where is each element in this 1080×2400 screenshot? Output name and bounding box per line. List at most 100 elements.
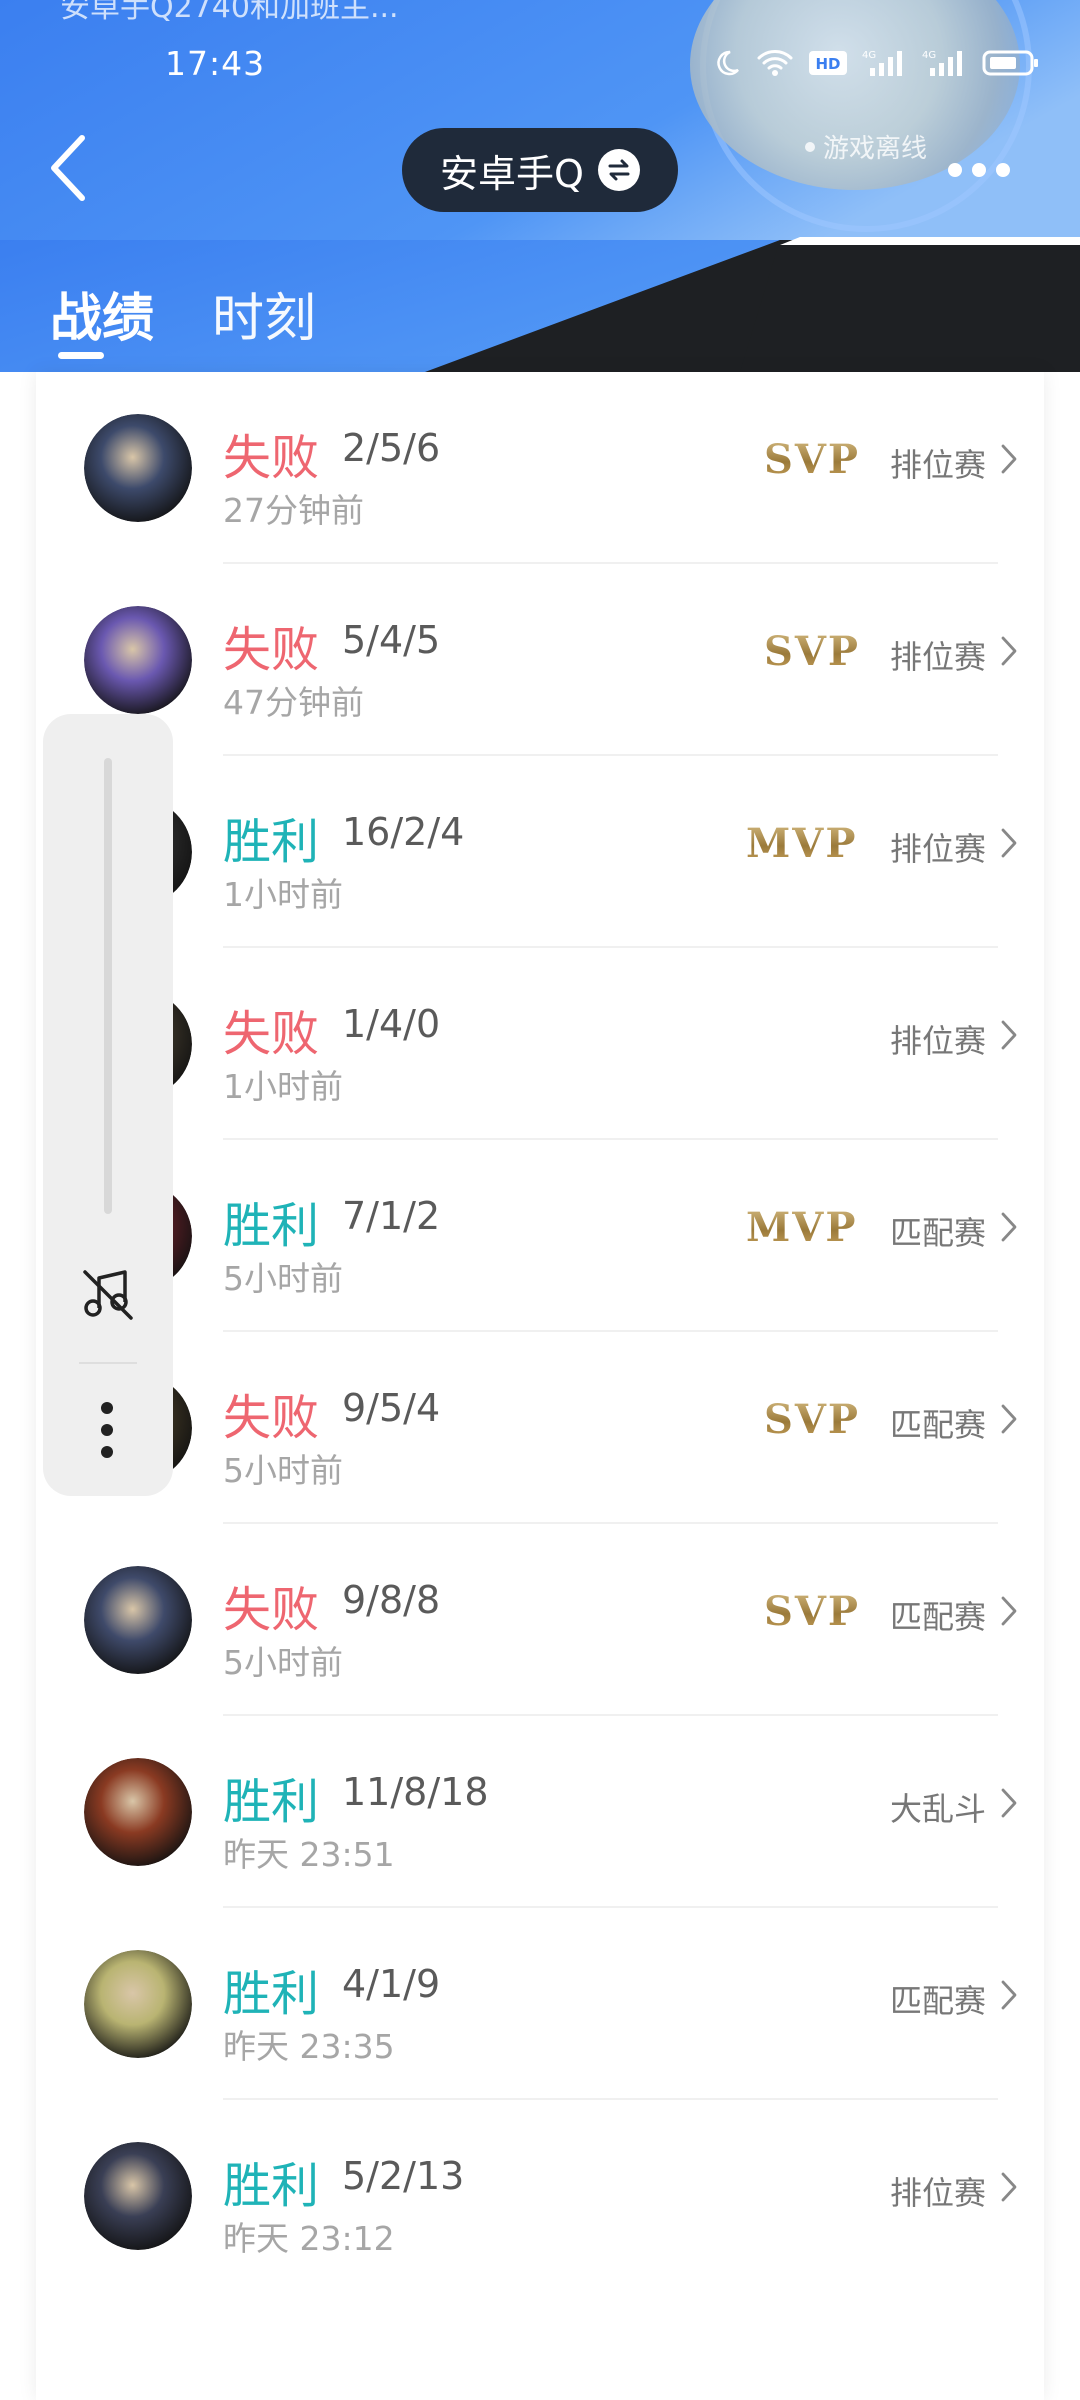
match-result: 失败 [223,1006,320,1062]
match-row[interactable]: 失败 1/4/0 1小时前 排位赛 [36,948,1044,1140]
more-options-button[interactable] [948,150,1018,190]
match-kda: 7/1/2 [342,1194,441,1238]
game-status-label: 游戏离线 [823,134,928,164]
match-list: 失败 2/5/6 27分钟前 SVP 排位赛 失败 5/4/5 47分钟前 SV… [36,372,1044,2292]
chevron-right-icon [1000,826,1018,864]
performance-badge: SVP [764,436,860,483]
match-result: 失败 [223,430,320,486]
dot-icon [996,163,1010,177]
game-status: 游戏离线 [805,128,927,165]
match-mode: 匹配赛 [889,1982,986,2020]
chevron-right-icon [1000,1978,1018,2016]
match-result: 胜利 [223,1198,320,1254]
match-result: 胜利 [223,1966,320,2022]
match-history-card: 失败 2/5/6 27分钟前 SVP 排位赛 失败 5/4/5 47分钟前 SV… [36,372,1044,2400]
match-time: 47分钟前 [223,683,364,722]
status-dot-icon [805,141,815,152]
hero-avatar [84,1758,192,1866]
match-result: 胜利 [223,1774,320,1830]
chevron-right-icon [1000,1210,1018,1248]
match-row[interactable]: 失败 2/5/6 27分钟前 SVP 排位赛 [36,372,1044,564]
match-time: 1小时前 [223,875,343,914]
account-switch-button[interactable]: 安卓手Q [402,128,678,212]
tab-records[interactable]: 战绩 [50,276,154,351]
volume-slider-track[interactable] [104,758,112,1214]
match-mode: 排位赛 [889,830,986,868]
match-time: 昨天 23:51 [223,1835,395,1874]
hero-avatar [84,1566,192,1674]
match-mode: 匹配赛 [889,1598,986,1636]
match-kda: 9/8/8 [342,1578,441,1622]
performance-badge: SVP [764,1396,860,1443]
svg-text:HD: HD [815,55,840,73]
match-kda: 4/1/9 [342,1962,441,2006]
hero-avatar [84,2142,192,2250]
chevron-right-icon [1000,442,1018,480]
wifi-icon [756,48,794,78]
back-arrow-icon [51,135,85,201]
match-mode: 排位赛 [889,1022,986,1060]
match-kda: 1/4/0 [342,1002,441,1046]
match-kda: 2/5/6 [342,426,441,470]
back-button[interactable] [40,128,100,208]
match-row[interactable]: 胜利 5/2/13 昨天 23:12 排位赛 [36,2100,1044,2292]
chevron-right-icon [1000,634,1018,672]
dot-icon [972,163,986,177]
match-result: 失败 [223,1582,320,1638]
match-row[interactable]: 失败 9/5/4 5小时前 SVP 匹配赛 [36,1332,1044,1524]
match-mode: 匹配赛 [889,1406,986,1444]
match-kda: 16/2/4 [342,810,465,854]
battery-icon [982,48,1040,78]
dot-icon [101,1446,113,1458]
floating-control-panel [43,714,173,1496]
status-icons: HD 4G 4G [712,48,1040,78]
match-kda: 11/8/18 [342,1770,489,1814]
performance-badge: SVP [764,1588,860,1635]
match-result: 失败 [223,1390,320,1446]
hero-avatar [84,606,192,714]
match-row[interactable]: 胜利 16/2/4 1小时前 MVP 排位赛 [36,756,1044,948]
match-mode: 大乱斗 [889,1790,986,1828]
performance-badge: MVP [746,820,858,867]
performance-badge: MVP [746,1204,858,1251]
chevron-right-icon [1000,1402,1018,1440]
chevron-right-icon [1000,2170,1018,2208]
match-mode: 匹配赛 [889,1214,986,1252]
chevron-right-icon [1000,1594,1018,1632]
chevron-right-icon [1000,1018,1018,1056]
match-mode: 排位赛 [889,2174,986,2212]
hd-icon: HD [808,48,848,78]
chevron-right-icon [1000,1786,1018,1824]
hero-avatar [84,414,192,522]
match-result: 失败 [223,622,320,678]
match-row[interactable]: 胜利 4/1/9 昨天 23:35 匹配赛 [36,1908,1044,2100]
match-time: 昨天 23:12 [223,2219,395,2258]
signal-4g-icon: 4G [862,48,908,78]
match-row[interactable]: 胜利 7/1/2 5小时前 MVP 匹配赛 [36,1140,1044,1332]
more-vertical-icon[interactable] [101,1402,113,1458]
performance-badge: SVP [764,628,860,675]
dot-icon [101,1402,113,1414]
match-result: 胜利 [223,814,320,870]
match-row[interactable]: 胜利 11/8/18 昨天 23:51 大乱斗 [36,1716,1044,1908]
moon-icon [712,48,742,78]
match-time: 1小时前 [223,1067,343,1106]
active-tab-indicator [58,352,104,359]
match-kda: 5/2/13 [342,2154,465,2198]
dot-icon [101,1424,113,1436]
hero-avatar [84,1950,192,2058]
match-mode: 排位赛 [889,446,986,484]
match-kda: 5/4/5 [342,618,441,662]
music-off-icon[interactable] [79,1264,137,1326]
match-time: 5小时前 [223,1451,343,1490]
match-mode: 排位赛 [889,638,986,676]
swap-icon [597,149,640,191]
match-time: 5小时前 [223,1259,343,1298]
match-row[interactable]: 失败 9/8/8 5小时前 SVP 匹配赛 [36,1524,1044,1716]
match-row[interactable]: 失败 5/4/5 47分钟前 SVP 排位赛 [36,564,1044,756]
signal-4g-icon-2: 4G [922,48,968,78]
tab-moments[interactable]: 时刻 [212,276,316,351]
dot-icon [948,163,962,177]
match-time: 5小时前 [223,1643,343,1682]
match-kda: 9/5/4 [342,1386,441,1430]
